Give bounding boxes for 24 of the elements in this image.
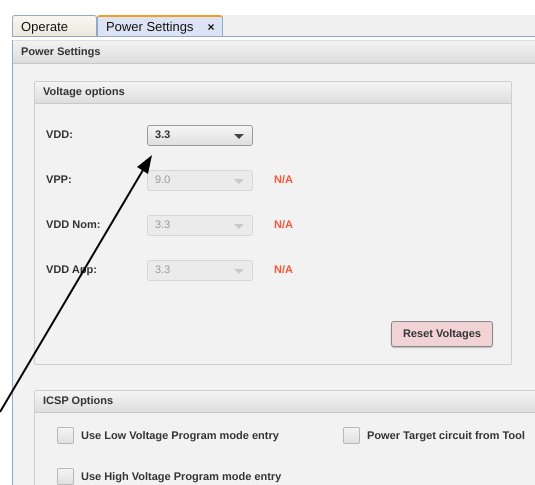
group-title: Voltage options (35, 82, 511, 104)
caret-icon (234, 224, 244, 228)
tab[interactable]: Operate (12, 15, 97, 36)
field-label: VDD: (46, 129, 74, 141)
panel-title: Power Settings (13, 40, 535, 64)
checkbox-label: Use High Voltage Program mode entry (81, 470, 282, 482)
field-label: VDD Nom: (46, 219, 102, 231)
caret-icon (234, 178, 244, 184)
group-title: ICSP Options (35, 391, 535, 413)
checkbox-label: Power Target circuit from Tool (367, 430, 525, 442)
status-text: N/A (274, 174, 293, 186)
reset-voltages-button[interactable]: Reset Voltages (390, 321, 493, 347)
tab[interactable]: Power Settings × (97, 15, 224, 36)
caret-icon (234, 134, 244, 138)
dropdown[interactable]: 3.3 (147, 124, 253, 146)
status-text: N/A (274, 264, 293, 276)
checkbox[interactable] (343, 427, 360, 444)
checkbox[interactable] (57, 468, 74, 485)
status-text: N/A (274, 219, 293, 231)
checkbox-label: Use Low Voltage Program mode entry (81, 430, 279, 442)
field-label: VPP: (46, 174, 73, 186)
checkbox[interactable] (57, 427, 74, 444)
close-button[interactable]: × (207, 20, 214, 34)
caret-icon (234, 268, 244, 274)
